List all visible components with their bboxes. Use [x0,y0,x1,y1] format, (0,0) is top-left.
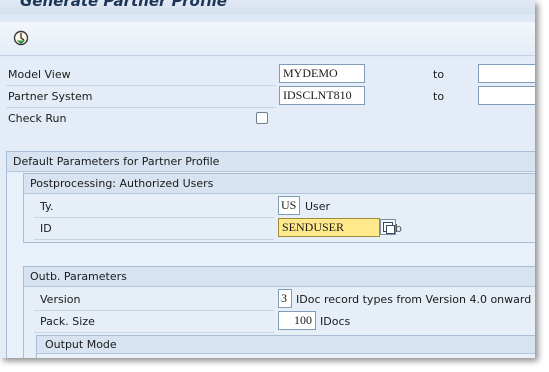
value-help-icon[interactable] [380,219,396,235]
id-input[interactable]: SENDUSER [278,218,380,237]
partner-system-input[interactable]: IDSCLNT810 [279,86,365,105]
model-view-input[interactable]: MYDEMO [279,64,365,83]
type-label: Ty. [40,200,54,213]
row-separator [34,239,274,240]
version-input[interactable]: 3 [278,289,292,308]
row-separator [34,332,274,333]
version-label: Version [40,293,81,306]
window-title: Generate Partner Profile [20,0,227,10]
partner-system-to-label: to [433,90,445,103]
postprocessing-title: Postprocessing: Authorized Users [24,174,535,194]
default-parameters-group: Default Parameters for Partner Profile P… [6,151,535,358]
id-trailing-text: b [395,222,402,235]
output-mode-title: Output Mode [37,336,535,354]
selection-screen: Model View MYDEMO to Partner System IDSC… [0,57,535,358]
version-description: IDoc record types from Version 4.0 onwar… [296,293,532,306]
application-toolbar [0,22,535,56]
row-separator [34,217,274,218]
type-description: User [305,200,331,213]
pack-size-unit: IDocs [320,315,351,328]
output-mode-group: Output Mode [36,335,535,358]
type-input[interactable]: US [278,196,300,215]
postprocessing-group: Postprocessing: Authorized Users Ty. US … [23,173,535,243]
default-parameters-title: Default Parameters for Partner Profile [7,152,535,172]
check-run-label: Check Run [8,112,67,125]
execute-icon[interactable] [12,29,32,47]
pack-size-label: Pack. Size [40,315,95,328]
row-separator [6,107,276,108]
title-bar: Generate Partner Profile [0,0,535,14]
outbound-parameters-title: Outb. Parameters [24,267,535,287]
sap-window: Generate Partner Profile Model View MYDE… [0,0,535,358]
check-run-checkbox[interactable] [256,112,268,124]
id-label: ID [40,222,52,235]
model-view-label: Model View [8,68,71,81]
model-view-to-input[interactable] [478,64,535,83]
partner-system-to-input[interactable] [478,86,535,105]
outbound-parameters-group: Outb. Parameters Version 3 IDoc record t… [23,266,535,358]
model-view-to-label: to [433,68,445,81]
partner-system-label: Partner System [8,90,93,103]
pack-size-input[interactable]: 100 [278,311,316,330]
row-separator [6,85,276,86]
row-separator [34,310,274,311]
